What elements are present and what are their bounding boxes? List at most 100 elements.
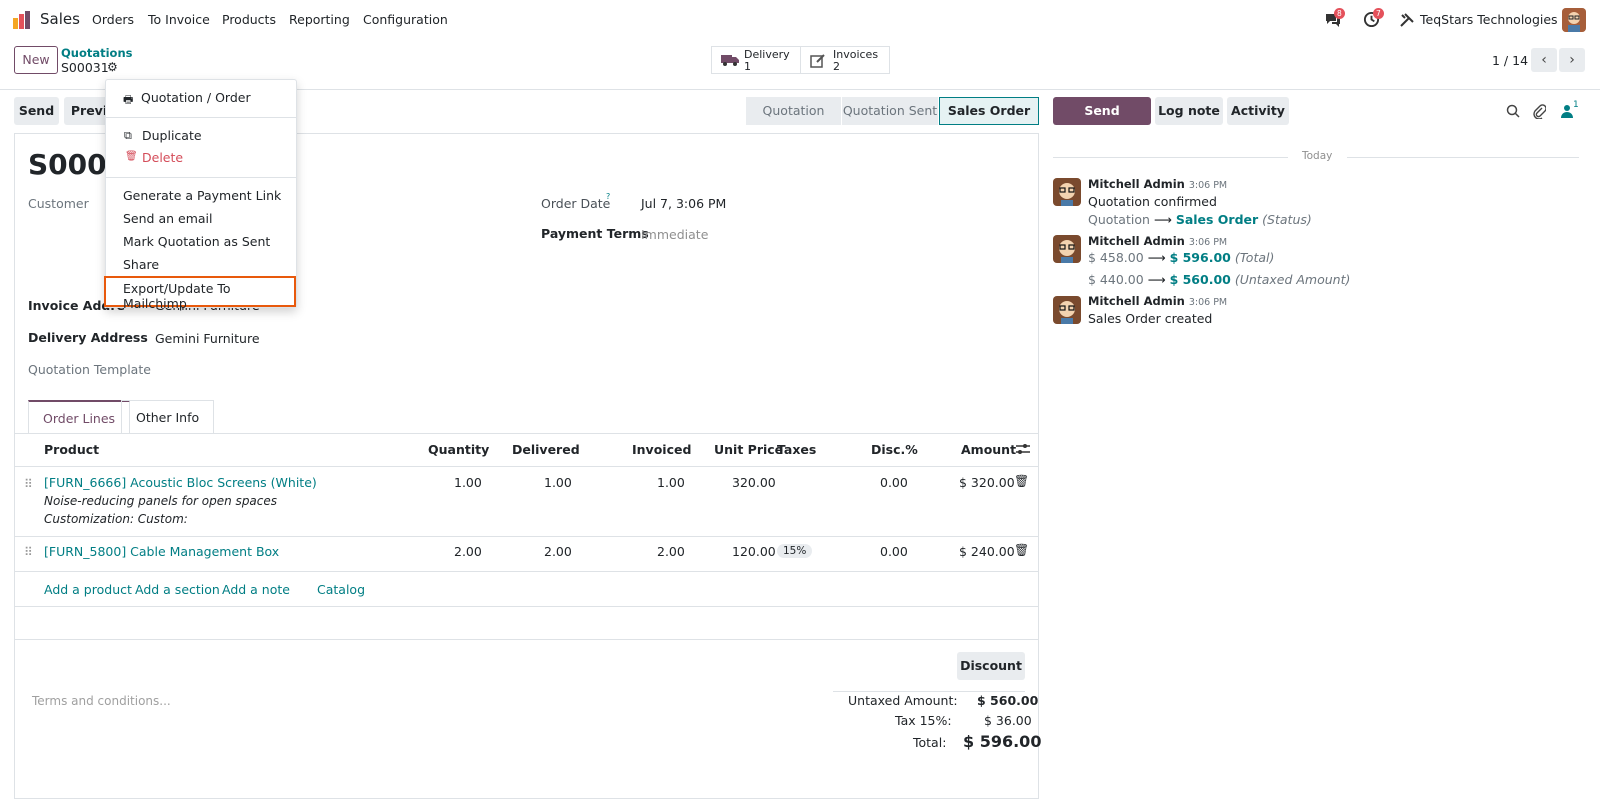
terms-conditions-field[interactable]: Terms and conditions... [32,694,171,708]
messages-button[interactable]: 8 [1324,8,1345,29]
drag-handle-icon[interactable]: ⠿ [24,545,33,559]
delivery-address-field[interactable]: Gemini Furniture [155,331,260,346]
tracking-old: $ 458.00 [1088,250,1144,265]
log-note-button[interactable]: Log note [1155,97,1223,125]
row-product[interactable]: [FURN_5800] Cable Management Box [44,544,279,559]
author-avatar[interactable] [1053,178,1081,206]
payment-terms-field[interactable]: Immediate [641,227,708,242]
user-avatar[interactable] [1562,8,1586,32]
tab-order-lines[interactable]: Order Lines [28,400,131,433]
catalog-link[interactable]: Catalog [317,582,365,597]
menu-delete[interactable]: Delete [142,150,183,165]
tracking-field: (Untaxed Amount) [1234,272,1351,287]
tab-other-info[interactable]: Other Info [121,400,215,433]
order-date-help-icon[interactable]: ? [606,192,610,201]
row-amount: $ 240.00 [959,544,1015,559]
drag-handle-icon[interactable]: ⠿ [24,477,33,491]
gear-icon[interactable]: ⚙ [107,60,118,74]
date-divider-today: Today [1302,150,1333,162]
add-section-link[interactable]: Add a section [135,582,220,597]
col-disc[interactable]: Disc.% [871,442,918,457]
avatar-face-icon [1053,178,1081,206]
row-disc[interactable]: 0.00 [880,475,908,490]
col-taxes[interactable]: Taxes [777,442,816,457]
invoices-smart-button[interactable]: Invoices 2 [800,46,890,74]
stage-quotation-sent[interactable]: Quotation Sent [842,97,938,125]
order-date-field[interactable]: Jul 7, 3:06 PM [641,196,726,211]
pager-value[interactable]: 1 / 14 [1492,53,1528,68]
send-button[interactable]: Send [14,97,59,125]
table-row[interactable]: ⠿ [FURN_5800] Cable Management Box 2.00 … [14,537,1039,571]
row-unit-price[interactable]: 120.00 [732,544,776,559]
menu-share[interactable]: Share [123,257,159,272]
sales-app-icon[interactable] [12,10,32,30]
menu-configuration[interactable]: Configuration [363,12,448,27]
stage-quotation[interactable]: Quotation [746,97,841,125]
row-disc[interactable]: 0.00 [880,544,908,559]
menu-orders[interactable]: Orders [92,12,134,27]
totals-separator [833,691,1025,692]
menu-reporting[interactable]: Reporting [289,12,350,27]
avatar-face-icon [1053,296,1081,324]
add-note-link[interactable]: Add a note [222,582,290,597]
arrow-right-icon: ⟶ [1153,212,1172,227]
menu-products[interactable]: Products [222,12,276,27]
app-name[interactable]: Sales [40,10,80,28]
pager-prev-button[interactable]: ‹ [1531,48,1557,72]
tax-badge[interactable]: 15% [777,544,813,558]
activities-button[interactable]: 7 [1363,8,1384,29]
menu-to-invoice[interactable]: To Invoice [148,12,210,27]
table-row[interactable]: ⠿ [FURN_6666] Acoustic Bloc Screens (Whi… [14,467,1039,536]
trash-icon[interactable]: 🗑 [1014,474,1029,488]
menu-duplicate[interactable]: Duplicate [142,128,202,143]
row-delivered[interactable]: 2.00 [544,544,572,559]
message-author[interactable]: Mitchell Admin 3:06 PM [1088,234,1227,248]
col-product[interactable]: Product [44,442,99,457]
row-product[interactable]: [FURN_6666] Acoustic Bloc Screens (White… [44,475,317,490]
quotation-template-label: Quotation Template [28,362,151,377]
col-amount[interactable]: Amount [961,442,1016,457]
activity-button[interactable]: Activity [1227,97,1289,125]
col-delivered[interactable]: Delivered [512,442,580,457]
message-author[interactable]: Mitchell Admin 3:06 PM [1088,177,1227,191]
stage-sales-order[interactable]: Sales Order [939,97,1039,125]
col-unit-price[interactable]: Unit Price [714,442,783,457]
delivery-smart-button[interactable]: Delivery 1 [711,46,801,74]
company-switcher[interactable]: TeqStars Technologies [1420,12,1558,27]
menu-divider [106,177,296,178]
untaxed-value: $ 560.00 [977,693,1039,708]
breadcrumb-quotations[interactable]: Quotations [61,46,133,60]
tax-value: $ 36.00 [984,713,1032,728]
menu-quotation-order[interactable]: Quotation / Order [141,90,251,105]
menu-mark-as-sent[interactable]: Mark Quotation as Sent [123,234,270,249]
row-unit-price[interactable]: 320.00 [732,475,776,490]
payment-terms-label: Payment Terms [541,226,649,241]
pager-next-button[interactable]: › [1559,48,1585,72]
menu-divider [106,117,296,118]
menu-generate-payment-link[interactable]: Generate a Payment Link [123,188,281,203]
author-avatar[interactable] [1053,235,1081,263]
search-icon[interactable] [1506,104,1520,118]
col-quantity[interactable]: Quantity [428,442,489,457]
trash-icon[interactable]: 🗑 [1014,543,1029,557]
menu-export-mailchimp[interactable]: Export/Update To Mailchimp [123,281,296,311]
col-invoiced[interactable]: Invoiced [632,442,691,457]
copy-icon: ⧉ [124,129,132,142]
message-time: 3:06 PM [1188,180,1228,191]
row-delivered[interactable]: 1.00 [544,475,572,490]
column-settings-icon[interactable] [1016,443,1030,455]
paperclip-icon[interactable] [1532,103,1546,119]
trash-icon: 🗑 [125,151,138,162]
message-author[interactable]: Mitchell Admin 3:06 PM [1088,294,1227,308]
tools-icon[interactable] [1399,12,1415,28]
followers-button[interactable]: 1 [1561,100,1587,120]
row-quantity[interactable]: 1.00 [454,475,482,490]
send-message-button[interactable]: Send message [1053,97,1151,146]
discount-button[interactable]: Discount [957,652,1025,680]
menu-send-email[interactable]: Send an email [123,211,212,226]
author-avatar[interactable] [1053,296,1081,324]
row-quantity[interactable]: 2.00 [454,544,482,559]
new-button[interactable]: New [14,46,58,74]
add-product-link[interactable]: Add a product [44,582,132,597]
tracking-old: $ 440.00 [1088,272,1144,287]
